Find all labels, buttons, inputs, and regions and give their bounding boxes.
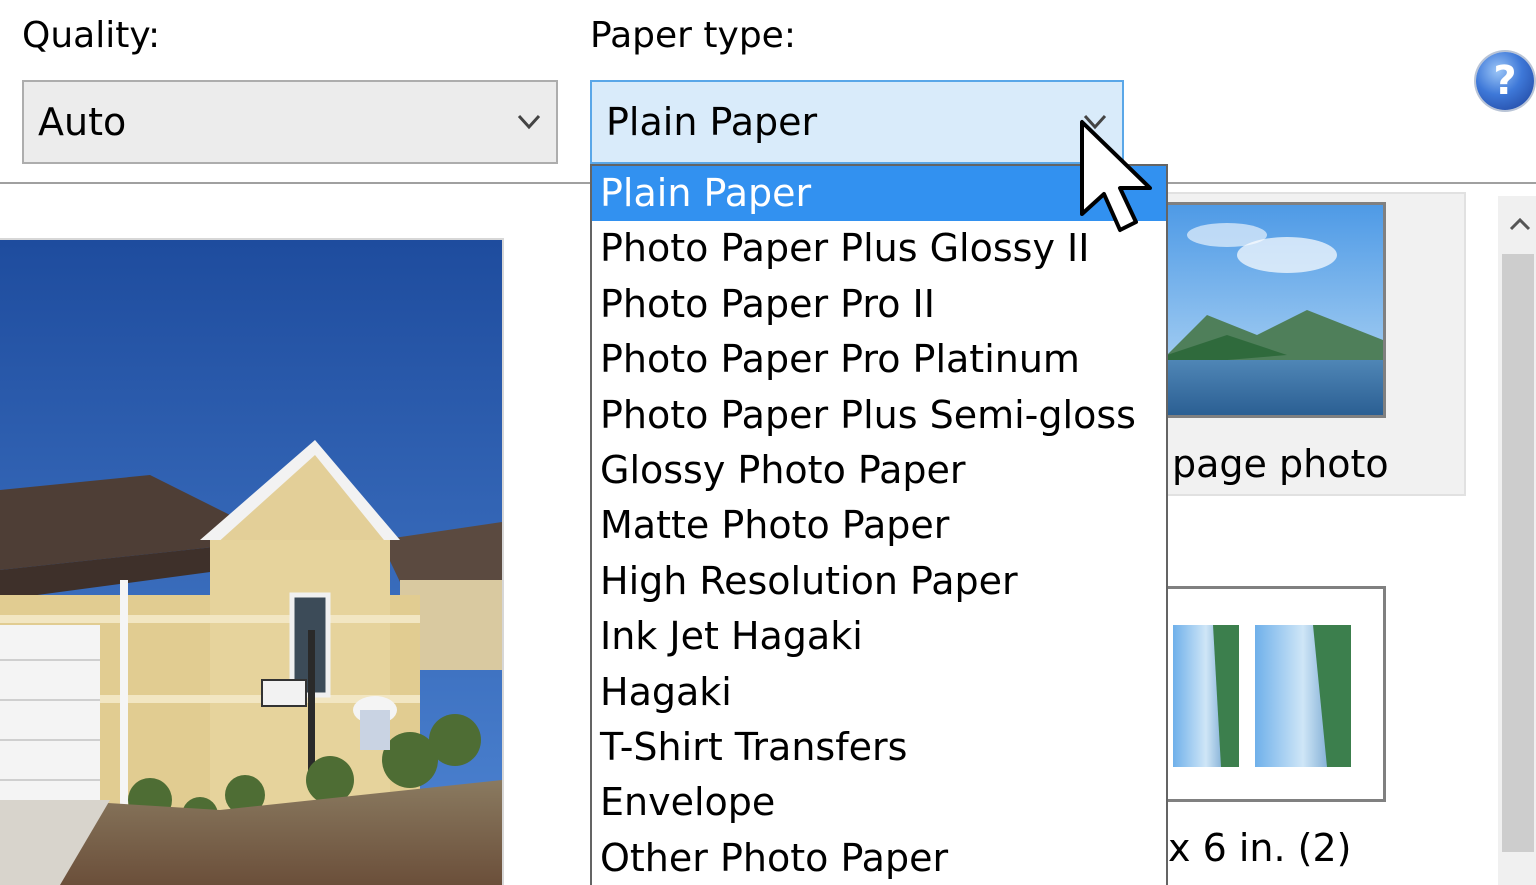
paper-type-option[interactable]: T-Shirt Transfers: [592, 720, 1166, 775]
paper-type-dropdown-list[interactable]: Plain Paper Photo Paper Plus Glossy II P…: [590, 164, 1168, 885]
paper-type-option[interactable]: Photo Paper Plus Semi-gloss: [592, 388, 1166, 443]
paper-type-option[interactable]: Ink Jet Hagaki: [592, 609, 1166, 664]
paper-type-option[interactable]: Envelope: [592, 775, 1166, 830]
house-photo-image: [0, 240, 502, 885]
paper-type-option[interactable]: Matte Photo Paper: [592, 498, 1166, 553]
layout-full-page-caption: page photo: [1172, 442, 1389, 486]
paper-type-option[interactable]: High Resolution Paper: [592, 554, 1166, 609]
mouse-cursor-icon: [1080, 120, 1152, 232]
paper-type-option[interactable]: Other Photo Paper: [592, 831, 1166, 885]
chevron-down-icon: [517, 114, 541, 130]
paper-type-select-value: Plain Paper: [606, 100, 818, 144]
quality-select[interactable]: Auto: [22, 80, 558, 164]
quality-select-value: Auto: [38, 100, 127, 144]
paper-type-option[interactable]: Hagaki: [592, 665, 1166, 720]
paper-type-option[interactable]: Photo Paper Pro Platinum: [592, 332, 1166, 387]
chevron-up-icon[interactable]: [1508, 216, 1532, 232]
paper-type-select[interactable]: Plain Paper: [590, 80, 1124, 164]
preview-photo: [0, 240, 502, 885]
help-icon[interactable]: ?: [1476, 52, 1534, 110]
paper-type-label: Paper type:: [590, 15, 796, 56]
layout-two-up-caption: x 6 in. (2): [1168, 826, 1352, 870]
quality-label: Quality:: [22, 15, 161, 56]
scrollbar-thumb[interactable]: [1502, 254, 1534, 852]
paper-type-option[interactable]: Photo Paper Pro II: [592, 277, 1166, 332]
full-page-thumbnail: [1164, 202, 1386, 418]
paper-type-option[interactable]: Glossy Photo Paper: [592, 443, 1166, 498]
landscape-thumbnail-image: [1167, 205, 1383, 415]
layout-scrollbar[interactable]: [1498, 196, 1536, 885]
